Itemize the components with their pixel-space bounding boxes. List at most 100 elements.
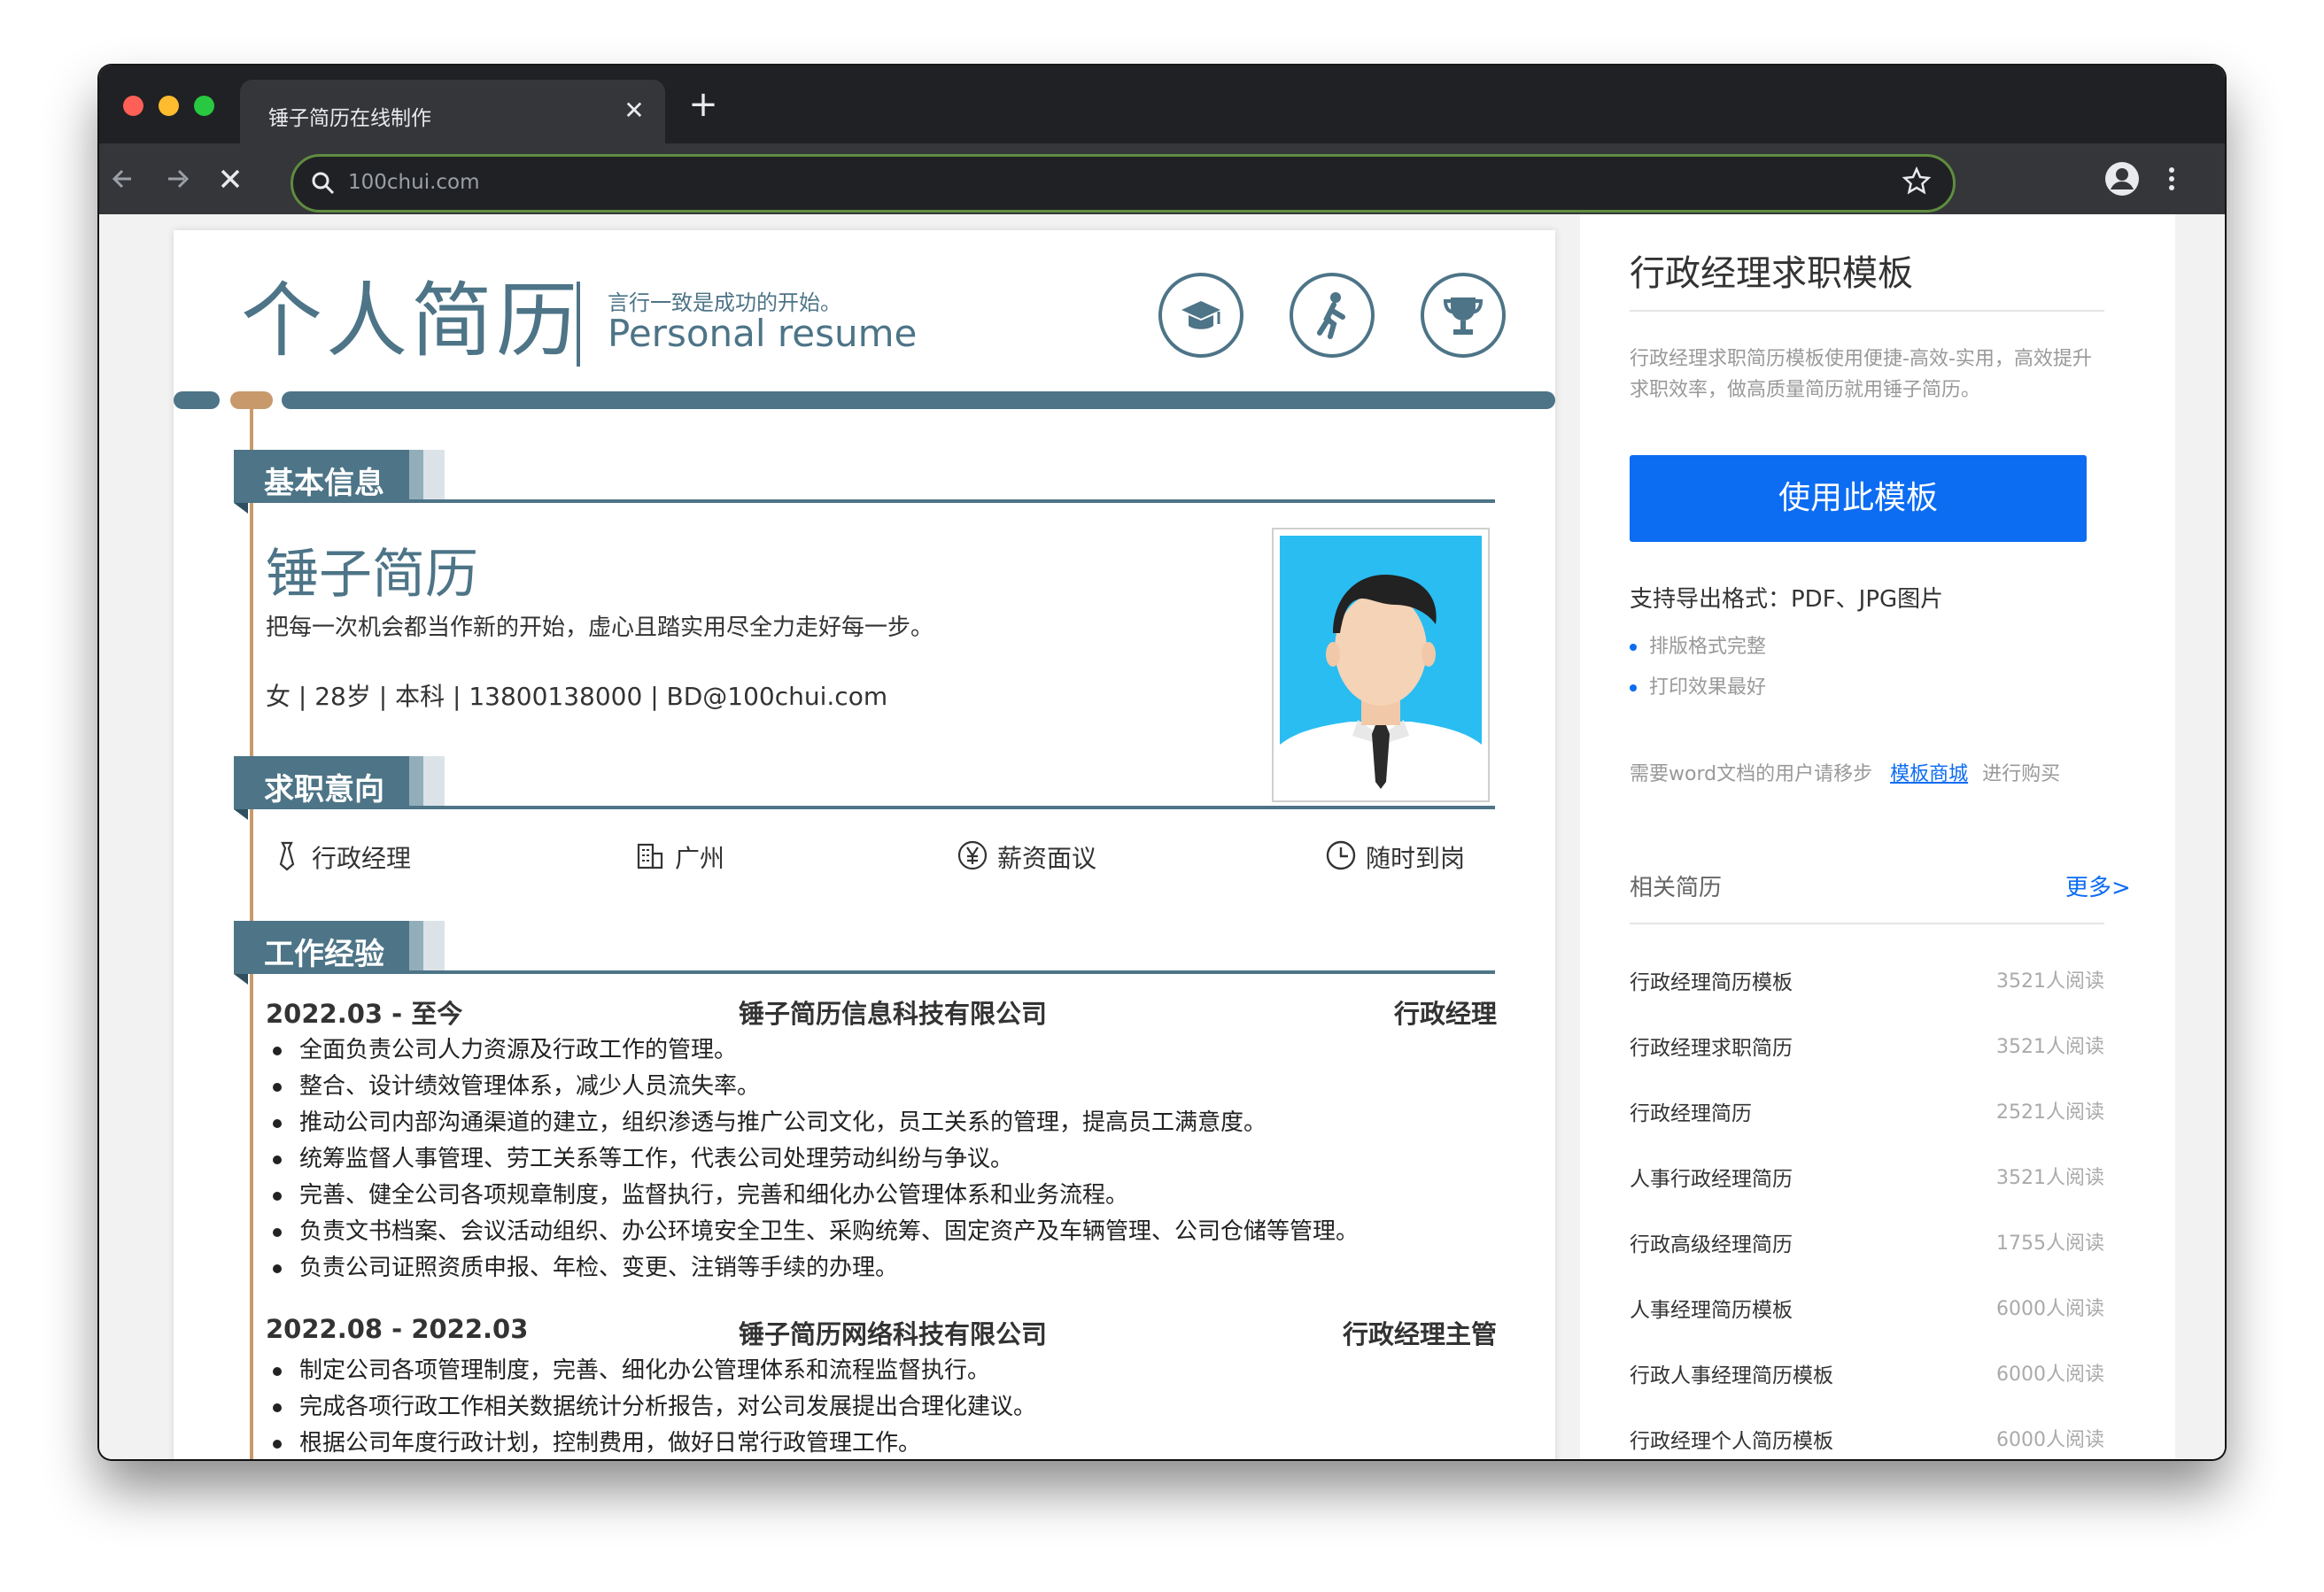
intent-label: 行政经理 (312, 844, 412, 873)
bookmark-star-icon[interactable] (1902, 166, 1932, 196)
related-views: 6000人阅读 (1996, 1429, 2104, 1451)
tab-strip: 锤子简历在线制作 ✕ + (99, 66, 2225, 143)
related-views: 3521人阅读 (1996, 1036, 2104, 1058)
intent-label: 薪资面议 (997, 844, 1097, 873)
new-tab-button[interactable]: + (684, 85, 723, 124)
browser-menu-icon[interactable] (2163, 159, 2181, 198)
header-rule-accent (230, 391, 273, 409)
word-note-suffix: 进行购买 (1982, 763, 2061, 785)
related-item[interactable]: 行政高级经理简历 1755人阅读 (1630, 1227, 2104, 1263)
section-title: 求职意向 (264, 772, 384, 808)
template-store-link[interactable]: 模板商城 (1890, 763, 1968, 785)
intent-label: 广州 (675, 844, 725, 873)
back-button[interactable] (105, 159, 143, 198)
template-sidebar: 行政经理求职模板 行政经理求职简历模板使用便捷-高效-实用，高效提升求职效率，做… (1580, 214, 2175, 1459)
related-title[interactable]: 行政人事经理简历模板 (1630, 1358, 1833, 1388)
job-date: 2022.08 - 2022.03 (266, 1314, 529, 1344)
related-item[interactable]: 行政经理求职简历 3521人阅读 (1630, 1031, 2104, 1066)
header-rule (282, 391, 1555, 409)
section-rule (234, 970, 1495, 974)
related-item[interactable]: 行政经理个人简历模板 6000人阅读 (1630, 1424, 2104, 1459)
word-note: 需要word文档的用户请移步 模板商城 进行购买 (1630, 758, 2060, 786)
template-title: 行政经理求职模板 (1630, 253, 1913, 294)
related-title[interactable]: 行政高级经理简历 (1630, 1227, 1793, 1257)
job-date: 2022.03 - 至今 (266, 999, 463, 1029)
building-icon (637, 843, 663, 869)
job-duties: 全面负责公司人力资源及行政工作的管理。 整合、设计绩效管理体系，减少人员流失率。… (266, 1032, 1359, 1287)
related-views: 2521人阅读 (1996, 1101, 2104, 1124)
address-bar[interactable]: 100chui.com (290, 154, 1956, 213)
clock-icon (1326, 840, 1356, 870)
template-description: 行政经理求职简历模板使用便捷-高效-实用，高效提升求职效率，做高质量简历就用锤子… (1630, 348, 2092, 401)
section-tab-work: 工作经验 (234, 921, 445, 985)
candidate-name: 锤子简历 (266, 544, 478, 606)
duty-item: 完善、健全公司各项规章制度，监督执行，完善和细化办公管理体系和业务流程。 (266, 1178, 1359, 1214)
minimize-window-button[interactable] (159, 96, 179, 116)
section-tab-basic: 基本信息 (234, 450, 445, 514)
related-label: 相关简历 (1630, 875, 1723, 901)
page-viewport: 个人简历 言行一致是成功的开始。 Personal resume 基本信息 锤子… (99, 214, 2225, 1459)
job-header: 2022.08 - 2022.03 锤子简历网络科技有限公司 行政经理主管 (266, 1314, 1497, 1353)
related-views: 3521人阅读 (1996, 970, 2104, 993)
intent-label: 随时到岗 (1366, 844, 1466, 873)
stop-icon (221, 169, 240, 189)
related-title[interactable]: 行政经理个人简历模板 (1630, 1424, 1833, 1454)
resume-title-en: Personal resume (608, 312, 918, 355)
related-title[interactable]: 人事行政经理简历 (1630, 1162, 1793, 1192)
forward-button[interactable] (158, 159, 197, 198)
job-header: 2022.03 - 至今 锤子简历信息科技有限公司 行政经理 (266, 993, 1497, 1032)
related-views: 6000人阅读 (1996, 1298, 2104, 1320)
use-template-button[interactable]: 使用此模板 (1630, 455, 2087, 542)
resume-preview: 个人简历 言行一致是成功的开始。 Personal resume 基本信息 锤子… (174, 230, 1555, 1459)
tab-close-icon[interactable]: ✕ (619, 96, 649, 126)
related-item[interactable]: 人事行政经理简历 3521人阅读 (1630, 1162, 2104, 1197)
avatar-illustration (1280, 574, 1482, 794)
candidate-contact: 女 | 28岁 | 本科 | 13800138000 | BD@100chui.… (266, 682, 888, 711)
more-related-link[interactable]: 更多> (2065, 869, 2131, 902)
duty-item: 负责公司证照资质申报、年检、变更、注销等手续的办理。 (266, 1250, 1359, 1287)
duty-item: 整合、设计绩效管理体系，减少人员流失率。 (266, 1069, 1359, 1105)
duty-item: 完成各项行政工作相关数据统计分析报告，对公司发展提出合理化建议。 (266, 1389, 1036, 1426)
graduation-cap-icon (1158, 273, 1243, 358)
close-window-button[interactable] (123, 96, 143, 116)
related-item[interactable]: 行政经理简历 2521人阅读 (1630, 1096, 2104, 1132)
back-arrow-icon (112, 169, 131, 189)
job-role: 行政经理主管 (1342, 1319, 1497, 1349)
avatar-photo (1272, 528, 1490, 802)
browser-tab[interactable]: 锤子简历在线制作 ✕ (240, 80, 665, 143)
url-text: 100chui.com (348, 171, 480, 194)
word-note-prefix: 需要word文档的用户请移步 (1630, 763, 1873, 785)
duty-item: 负责文书档案、会议活动组织、办公环境安全卫生、采购统筹、固定资产及车辆管理、公司… (266, 1214, 1359, 1250)
forward-arrow-icon (168, 169, 190, 189)
stop-loading-button[interactable] (211, 159, 250, 198)
related-item[interactable]: 行政经理简历模板 3521人阅读 (1630, 965, 2104, 1001)
header-divider (577, 282, 580, 367)
section-title: 工作经验 (264, 937, 384, 972)
related-title[interactable]: 行政经理简历模板 (1630, 965, 1793, 995)
related-views: 3521人阅读 (1996, 1167, 2104, 1189)
maximize-window-button[interactable] (194, 96, 214, 116)
browser-toolbar: 100chui.com (99, 143, 2225, 214)
tie-icon (279, 841, 295, 871)
related-item[interactable]: 人事经理简历模板 6000人阅读 (1630, 1293, 2104, 1328)
profile-avatar-icon[interactable] (2104, 161, 2140, 197)
job-company: 锤子简历信息科技有限公司 (739, 999, 1048, 1029)
duty-item: 根据公司年度行政计划，控制费用，做好日常行政管理工作。 (266, 1426, 1036, 1459)
section-rule (234, 806, 1495, 809)
section-tab-intent: 求职意向 (234, 756, 445, 820)
feature-item: 打印效果最好 (1630, 671, 1766, 699)
resume-title-cn: 个人简历 (241, 274, 582, 368)
duty-item: 推动公司内部沟通渠道的建立，组织渗透与推广公司文化，员工关系的管理，提高员工满意… (266, 1105, 1359, 1141)
divider (1630, 310, 2104, 312)
walking-person-icon (1290, 273, 1375, 358)
related-title[interactable]: 人事经理简历模板 (1630, 1293, 1793, 1323)
related-item[interactable]: 行政人事经理简历模板 6000人阅读 (1630, 1358, 2104, 1394)
divider (1630, 923, 2104, 924)
duty-item: 制定公司各项管理制度，完善、细化办公管理体系和流程监督执行。 (266, 1353, 1036, 1389)
duty-item: 统筹监督人事管理、劳工关系等工作，代表公司处理劳动纠纷与争议。 (266, 1141, 1359, 1178)
related-title[interactable]: 行政经理求职简历 (1630, 1031, 1793, 1061)
job-duties: 制定公司各项管理制度，完善、细化办公管理体系和流程监督执行。 完成各项行政工作相… (266, 1353, 1036, 1459)
job-role: 行政经理 (1393, 999, 1497, 1029)
related-views: 6000人阅读 (1996, 1364, 2104, 1386)
related-title[interactable]: 行政经理简历 (1630, 1096, 1752, 1126)
